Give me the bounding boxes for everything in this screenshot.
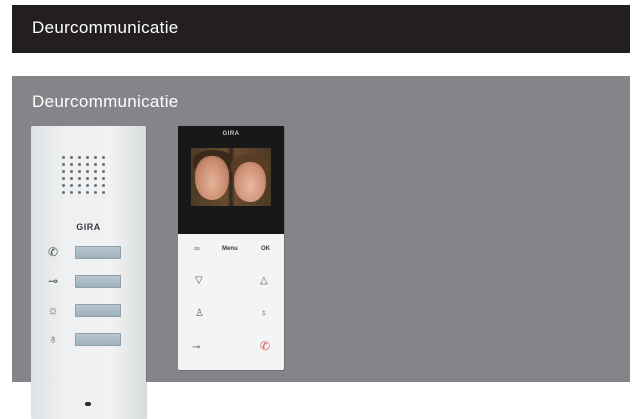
chevron-down-icon: ▽ bbox=[195, 275, 203, 286]
bell-off-icon: ♁ bbox=[48, 332, 58, 346]
brand-logo: GIRA bbox=[76, 222, 101, 232]
speaker-hole bbox=[78, 177, 81, 180]
key-icon: ⊸ bbox=[47, 274, 59, 288]
speaker-hole bbox=[102, 163, 105, 166]
product-panel: Deurcommunicatie GIRA ✆ ⊸ ☼ ♁ GIRA ∞ Men… bbox=[12, 76, 630, 419]
speaker-hole bbox=[94, 191, 97, 194]
video-display-housing: GIRA bbox=[178, 126, 284, 234]
speaker-hole bbox=[94, 156, 97, 159]
station-button-row: ☼ bbox=[45, 303, 135, 317]
panel-title: Deurcommunicatie bbox=[32, 92, 179, 111]
speaker-hole bbox=[86, 170, 89, 173]
bell-off-icon: ♁ bbox=[260, 308, 268, 319]
speaker-hole bbox=[94, 163, 97, 166]
speaker-grille bbox=[62, 156, 114, 198]
infinity-icon: ∞ bbox=[194, 244, 200, 253]
speaker-hole bbox=[94, 170, 97, 173]
video-screen bbox=[191, 148, 271, 206]
speaker-hole bbox=[102, 191, 105, 194]
light-icon: ☼ bbox=[47, 303, 59, 317]
handset-icon: ✆ bbox=[47, 245, 59, 259]
station-button-row: ⊸ bbox=[45, 274, 135, 288]
station-button bbox=[75, 333, 121, 346]
speaker-hole bbox=[78, 163, 81, 166]
speaker-hole bbox=[86, 177, 89, 180]
microphone-opening bbox=[85, 402, 91, 406]
speaker-hole bbox=[102, 170, 105, 173]
speaker-hole bbox=[78, 170, 81, 173]
handset-icon: ✆ bbox=[260, 339, 271, 353]
photo-face bbox=[234, 162, 266, 202]
station-button bbox=[75, 304, 121, 317]
speaker-hole bbox=[78, 191, 81, 194]
speaker-hole bbox=[62, 156, 65, 159]
brand-logo: GIRA bbox=[222, 131, 240, 137]
key-icon: ⊸ bbox=[192, 342, 201, 353]
speaker-hole bbox=[70, 156, 73, 159]
speaker-hole bbox=[62, 191, 65, 194]
speaker-hole bbox=[102, 184, 105, 187]
speaker-hole bbox=[86, 184, 89, 187]
speaker-hole bbox=[62, 177, 65, 180]
header-title: Deurcommunicatie bbox=[32, 18, 179, 37]
speaker-hole bbox=[102, 156, 105, 159]
station-button bbox=[75, 246, 121, 259]
audio-door-station-image: GIRA ✆ ⊸ ☼ ♁ bbox=[31, 126, 146, 419]
speaker-hole bbox=[62, 184, 65, 187]
video-indoor-station-image: GIRA ∞ Menu OK ▽ △ ♙ ♁ ⊸ ✆ bbox=[178, 126, 284, 370]
speaker-hole bbox=[86, 191, 89, 194]
speaker-hole bbox=[70, 163, 73, 166]
speaker-hole bbox=[86, 156, 89, 159]
chevron-up-icon: △ bbox=[260, 275, 268, 286]
header-bar: Deurcommunicatie bbox=[12, 5, 630, 53]
station-button-row: ✆ bbox=[45, 245, 135, 259]
station-button-row: ♁ bbox=[45, 332, 135, 346]
speaker-hole bbox=[78, 184, 81, 187]
speaker-hole bbox=[94, 184, 97, 187]
speaker-hole bbox=[78, 156, 81, 159]
light-icon: ♙ bbox=[195, 308, 204, 319]
speaker-hole bbox=[70, 170, 73, 173]
speaker-hole bbox=[70, 191, 73, 194]
speaker-hole bbox=[62, 163, 65, 166]
speaker-hole bbox=[94, 177, 97, 180]
speaker-hole bbox=[62, 170, 65, 173]
speaker-hole bbox=[86, 163, 89, 166]
speaker-hole bbox=[102, 177, 105, 180]
speaker-hole bbox=[70, 177, 73, 180]
photo-face bbox=[195, 156, 229, 200]
station-button bbox=[75, 275, 121, 288]
speaker-hole bbox=[70, 184, 73, 187]
menu-label: Menu bbox=[222, 246, 238, 252]
ok-label: OK bbox=[261, 246, 270, 252]
